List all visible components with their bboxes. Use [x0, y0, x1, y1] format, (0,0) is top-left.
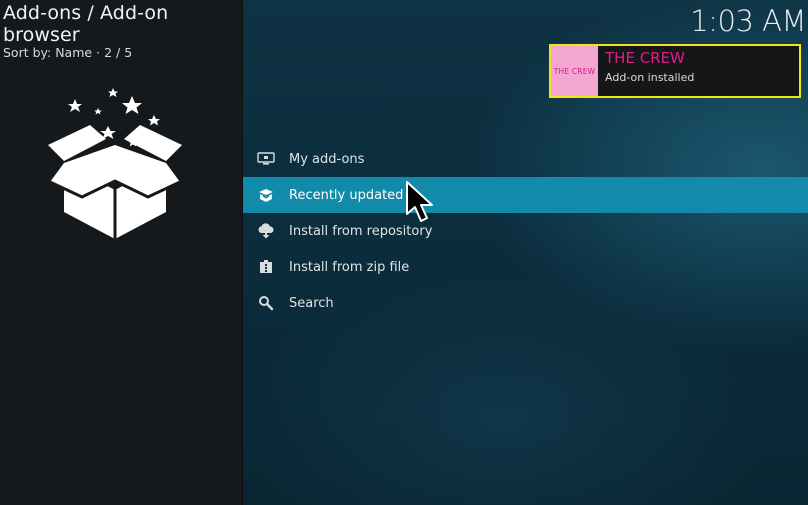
header: Add-ons / Add-on browser Sort by: Name · 2… [3, 2, 242, 60]
left-panel: Add-ons / Add-on browser Sort by: Name · 2… [0, 0, 243, 505]
menu-item-recently-updated[interactable]: Recently updated [243, 177, 808, 213]
notification-toast[interactable]: THE CREW THE CREW Add-on installed [549, 44, 801, 98]
menu-item-label: Recently updated [289, 187, 404, 203]
menu-item-install-from-zip[interactable]: Install from zip file [243, 249, 808, 285]
separator: · [96, 45, 101, 60]
addon-browser-menu: My add-ons Recently updated Install from… [243, 141, 808, 321]
notification-title: THE CREW [605, 49, 685, 67]
menu-item-my-addons[interactable]: My add-ons [243, 141, 808, 177]
addon-thumbnail: THE CREW [551, 46, 598, 96]
search-icon [256, 294, 276, 312]
updated-box-icon [256, 186, 276, 204]
cloud-download-icon [256, 222, 276, 240]
item-position: 2 / 5 [104, 45, 133, 60]
sort-info: Sort by: Name · 2 / 5 [3, 46, 242, 60]
menu-item-label: Install from zip file [289, 259, 410, 275]
zip-file-icon [256, 258, 276, 276]
menu-item-search[interactable]: Search [243, 285, 808, 321]
notification-message: Add-on installed [605, 71, 695, 84]
menu-item-install-from-repository[interactable]: Install from repository [243, 213, 808, 249]
clock: 1:03 AM [690, 4, 806, 38]
mouse-cursor-icon [406, 181, 433, 222]
notification-text: THE CREW Add-on installed [598, 46, 694, 96]
sort-label: Sort by: Name [3, 45, 93, 60]
menu-item-label: My add-ons [289, 151, 365, 167]
monitor-icon [256, 150, 276, 168]
open-box-stars-icon [48, 88, 182, 239]
page-title: Add-ons / Add-on browser [3, 2, 169, 46]
menu-item-label: Search [289, 295, 334, 311]
